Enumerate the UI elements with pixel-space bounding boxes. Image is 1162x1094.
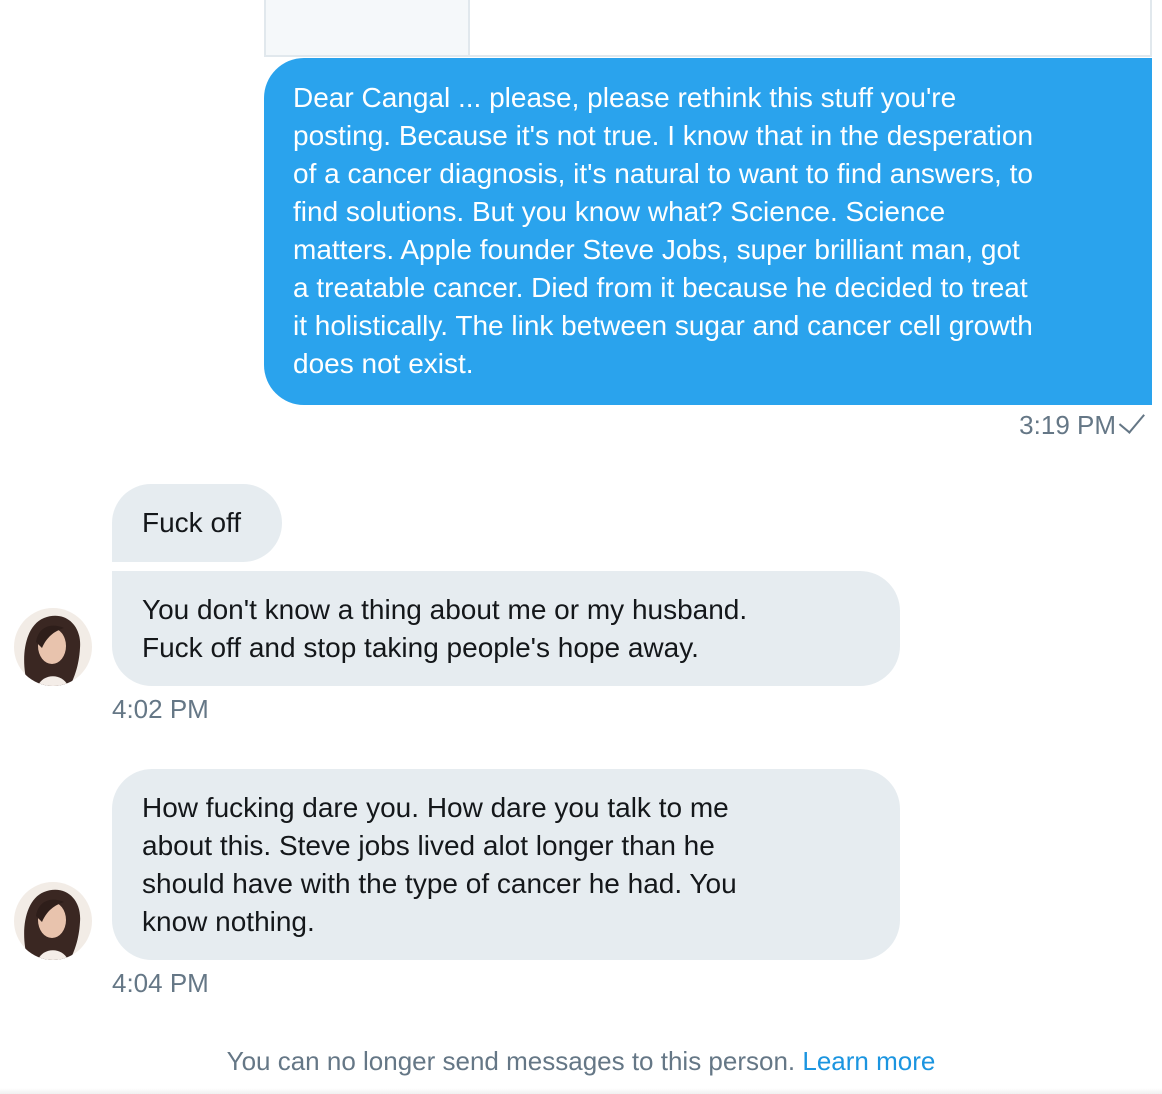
shared-link-card[interactable] — [264, 0, 1152, 57]
sent-message-time: 3:19 PM — [1019, 410, 1116, 440]
received-message-bubble: You don't know a thing about me or my hu… — [112, 571, 900, 686]
received-message-time: 4:04 PM — [112, 968, 209, 998]
composer-divider — [0, 1088, 1162, 1094]
check-icon — [1118, 406, 1145, 434]
avatar-image — [14, 882, 92, 960]
received-message-bubble: Fuck off — [112, 484, 282, 562]
blocked-notice: You can no longer send messages to this … — [0, 1044, 1162, 1078]
card-thumbnail — [266, 0, 470, 55]
learn-more-link[interactable]: Learn more — [802, 1046, 935, 1076]
blocked-notice-text: You can no longer send messages to this … — [226, 1046, 796, 1076]
avatar-image — [14, 608, 92, 686]
received-message-time: 4:02 PM — [112, 694, 209, 724]
sent-message-meta: 3:19 PM — [1019, 406, 1145, 440]
avatar[interactable] — [14, 882, 92, 960]
received-message-bubble: How fucking dare you. How dare you talk … — [112, 769, 900, 960]
sent-message-bubble: Dear Cangal ... please, please rethink t… — [264, 58, 1152, 405]
avatar[interactable] — [14, 608, 92, 686]
